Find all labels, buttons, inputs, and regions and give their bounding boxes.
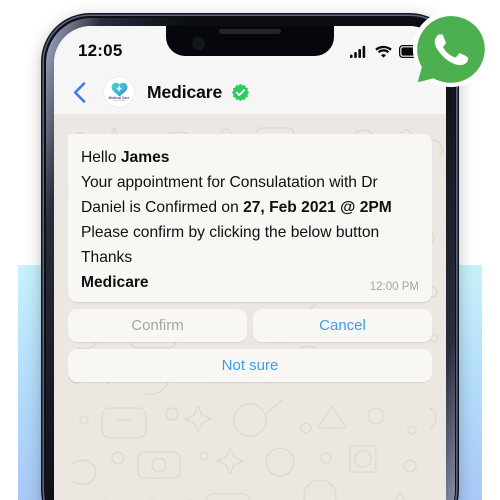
heart-logo-icon [111,82,127,96]
cancel-button[interactable]: Cancel [253,309,432,342]
front-camera-icon [192,37,205,50]
message-thanks: Thanks [81,249,133,266]
signal-bars-icon [350,45,366,58]
phone-notch [166,26,334,56]
message-recipient-name: James [120,149,170,166]
message-text: Hello James Your appointment for Consula… [81,145,419,295]
quick-reply-row-1: Confirm Cancel [68,309,432,342]
confirm-button[interactable]: Confirm [68,309,247,342]
screenshot-stage: 12:05 Medical Care SOLUTIONS Medicare He… [0,0,500,500]
phone-screen: 12:05 Medical Care SOLUTIONS Medicare He… [54,26,446,500]
verified-badge-icon [231,83,250,101]
wifi-icon [375,45,392,58]
chat-header: Medical Care SOLUTIONS Medicare [54,70,446,114]
phone-device-frame: 12:05 Medical Care SOLUTIONS Medicare He… [44,16,456,500]
chat-body: Hello James Your appointment for Consula… [54,114,446,500]
earpiece-speaker-icon [219,29,281,34]
quick-reply-row-2: Not sure [68,349,432,382]
status-bar-clock: 12:05 [78,41,123,60]
back-button[interactable] [68,81,90,103]
message-bubble: Hello James Your appointment for Consula… [68,134,432,302]
back-chevron-icon [73,81,85,103]
avatar-sublabel: SOLUTIONS [112,100,125,103]
message-line-2-tail: Please confirm by clicking the below but… [81,224,380,241]
message-greeting: Hello [81,149,121,166]
message-appointment-datetime: 27, Feb 2021 @ 2PM [243,199,392,216]
verified-badge [231,83,250,102]
whatsapp-logo-icon [412,10,490,88]
message-signature: Medicare [81,274,149,291]
not-sure-button[interactable]: Not sure [68,349,432,382]
chat-title[interactable]: Medicare [147,82,222,103]
message-list: Hello James Your appointment for Consula… [54,114,446,382]
avatar[interactable]: Medical Care SOLUTIONS [104,77,134,107]
